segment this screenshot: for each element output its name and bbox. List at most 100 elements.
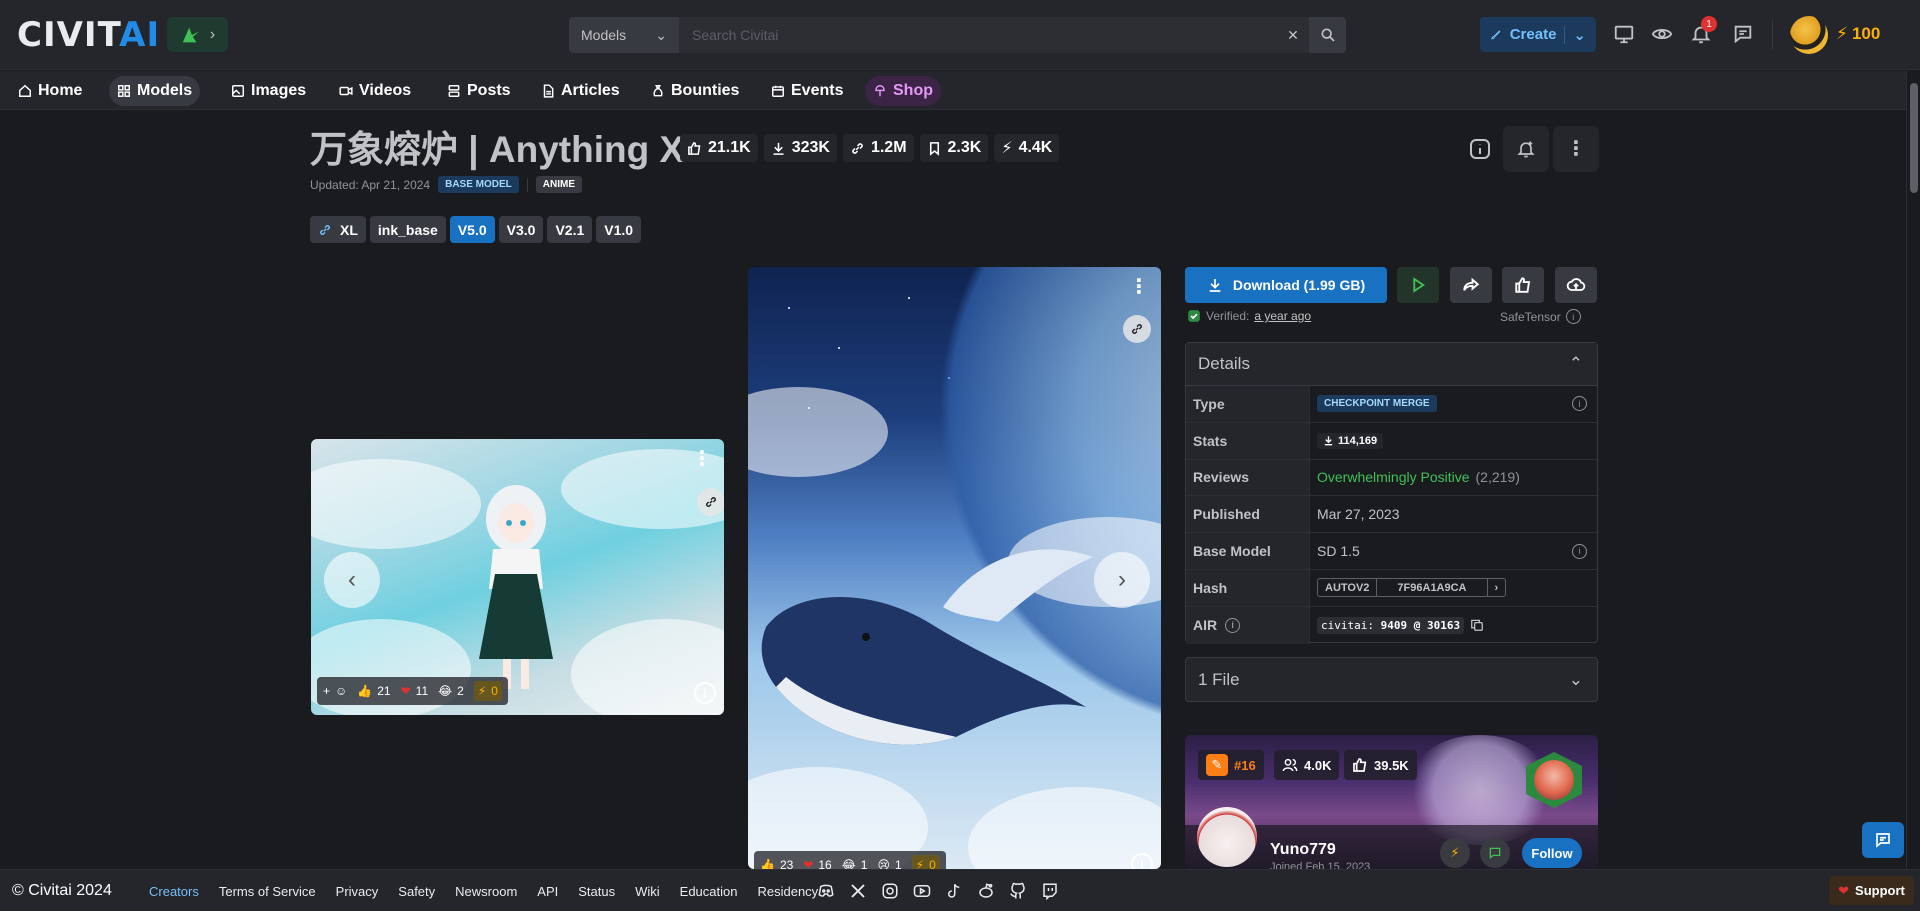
heart-reaction[interactable]: ❤ 11 (401, 684, 429, 698)
footer-link-creators[interactable]: Creators (149, 884, 199, 899)
browsing-mode-button[interactable] (1648, 20, 1676, 48)
page-scrollbar[interactable] (1906, 71, 1920, 869)
link-icon (852, 142, 863, 154)
share-button[interactable] (1450, 267, 1492, 303)
notify-button[interactable] (1503, 126, 1549, 172)
nav-models[interactable]: Models (109, 76, 201, 106)
remix-link-button[interactable] (697, 488, 724, 516)
details-accordion-header[interactable]: Details ⌃ (1186, 343, 1597, 386)
dots-vertical-icon[interactable]: ⋮ (692, 449, 712, 469)
nav-shop[interactable]: Shop (865, 76, 941, 106)
tip-buzz-button[interactable]: ⚡ (1440, 838, 1470, 868)
model-info-button[interactable] (1457, 126, 1503, 172)
hash-copy-box[interactable]: AUTOV2 7F96A1A9CA › (1317, 578, 1507, 598)
user-avatar[interactable] (1790, 16, 1828, 54)
version-ink-base[interactable]: ink_base (369, 216, 446, 243)
nav-posts[interactable]: Posts (439, 76, 519, 106)
stat-buzz[interactable]: ⚡ 4.4K (994, 134, 1060, 162)
nav-bounties[interactable]: Bounties (643, 76, 747, 106)
version-v1[interactable]: V1.0 (596, 216, 642, 243)
nav-articles[interactable]: Articles (533, 76, 628, 106)
download-button[interactable]: Download (1.99 GB) (1185, 267, 1387, 303)
twitch-icon[interactable] (1041, 882, 1059, 900)
search-button[interactable] (1309, 17, 1346, 53)
chevron-right-icon[interactable]: › (1488, 579, 1506, 596)
notifications-button[interactable]: 1 (1687, 16, 1717, 48)
footer-link-terms[interactable]: Terms of Service (219, 884, 316, 899)
footer-link-education[interactable]: Education (680, 884, 738, 899)
dots-vertical-icon[interactable]: ⋮ (1129, 277, 1149, 297)
creator-rank: #16 (1234, 757, 1256, 773)
search-input[interactable] (680, 17, 1277, 53)
footer-link-privacy[interactable]: Privacy (336, 884, 379, 899)
laugh-reaction[interactable]: 😂 2 (438, 684, 464, 698)
create-button[interactable]: Create ⌄ (1480, 17, 1596, 52)
gallery-image-card[interactable]: ⋮ › 👍 23 ❤ 16 😂 1 😢 1 ⚡ 0 i (748, 267, 1161, 869)
files-accordion[interactable]: 1 File ⌄ (1185, 657, 1598, 702)
scrollbar-thumb[interactable] (1910, 83, 1918, 193)
like-reaction[interactable]: 👍 23 (760, 858, 793, 869)
chat-support-button[interactable] (1862, 822, 1904, 858)
civitai-logo[interactable]: CIVITAI (17, 17, 160, 53)
run-generate-button[interactable] (1397, 267, 1439, 303)
footer-link-status[interactable]: Status (578, 884, 615, 899)
nav-events[interactable]: Events (763, 76, 851, 106)
reddit-icon[interactable] (977, 882, 995, 900)
verified-time-link[interactable]: a year ago (1254, 309, 1311, 323)
buzz-tip-button[interactable]: ⚡ 0 (473, 681, 502, 701)
github-icon[interactable] (1009, 882, 1027, 900)
info-icon[interactable]: i (1225, 617, 1241, 633)
tiktok-icon[interactable] (945, 882, 963, 900)
creator-name[interactable]: Yuno779 (1270, 841, 1336, 859)
image-info-button[interactable]: i (1131, 853, 1153, 869)
add-reaction-button[interactable]: + ☺ (323, 684, 347, 698)
x-twitter-icon[interactable] (849, 882, 867, 900)
more-options-button[interactable]: ⋮ (1553, 126, 1599, 172)
logo-badge-button[interactable]: › (167, 17, 228, 52)
footer-link-safety[interactable]: Safety (398, 884, 435, 899)
info-icon[interactable]: i (1565, 309, 1581, 324)
youtube-icon[interactable] (913, 882, 931, 900)
footer-link-wiki[interactable]: Wiki (635, 884, 660, 899)
nav-videos[interactable]: Videos (331, 76, 419, 106)
heart-reaction[interactable]: ❤ 16 (803, 858, 831, 869)
cry-reaction[interactable]: 😢 1 (877, 858, 901, 869)
chevron-down-icon: ⌄ (1564, 25, 1586, 44)
gallery-image-card[interactable]: ⋮ ‹ + ☺ 👍 21 ❤ 11 😂 2 ⚡ 0 i (311, 439, 724, 715)
creator-avatar[interactable] (1197, 807, 1257, 867)
carousel-prev-button[interactable]: ‹ (324, 552, 380, 608)
nav-home[interactable]: Home (10, 76, 90, 106)
hash-type[interactable]: AUTOV2 (1318, 579, 1378, 597)
like-reaction[interactable]: 👍 21 (357, 684, 390, 698)
footer-link-residency[interactable]: Residency (757, 884, 818, 899)
support-button[interactable]: ❤ Support (1829, 876, 1914, 905)
buzz-balance[interactable]: ⚡ 100 (1836, 24, 1880, 44)
info-icon[interactable]: i (1572, 543, 1587, 559)
footer-link-newsroom[interactable]: Newsroom (455, 884, 517, 899)
hash-value[interactable]: 7F96A1A9CA (1377, 579, 1488, 597)
clear-search-button[interactable]: ✕ (1277, 17, 1309, 53)
cast-button[interactable] (1610, 20, 1638, 48)
carousel-next-button[interactable]: › (1094, 552, 1150, 608)
remix-link-button[interactable] (1123, 315, 1151, 343)
buzz-tip-button[interactable]: ⚡ 0 (911, 855, 940, 869)
search-category-select[interactable]: Models ⌄ (569, 17, 680, 53)
footer-link-api[interactable]: API (537, 884, 558, 899)
laugh-reaction[interactable]: 😂 1 (842, 858, 868, 869)
discord-icon[interactable] (817, 882, 835, 900)
version-v3[interactable]: V3.0 (498, 216, 544, 243)
chat-button[interactable] (1729, 20, 1757, 48)
reviews-summary-link[interactable]: Overwhelmingly Positive (1317, 469, 1470, 485)
cloud-save-button[interactable] (1555, 267, 1597, 303)
copy-icon[interactable] (1470, 618, 1484, 632)
message-creator-button[interactable] (1480, 838, 1510, 868)
version-xl[interactable]: XL (310, 216, 366, 243)
nav-images[interactable]: Images (223, 76, 314, 106)
info-icon[interactable]: i (1572, 396, 1587, 412)
follow-button[interactable]: Follow (1522, 838, 1582, 868)
version-v5[interactable]: V5.0 (449, 216, 495, 243)
like-model-button[interactable] (1502, 267, 1544, 303)
version-v2-1[interactable]: V2.1 (547, 216, 593, 243)
image-info-button[interactable]: i (694, 682, 716, 704)
instagram-icon[interactable] (881, 882, 899, 900)
